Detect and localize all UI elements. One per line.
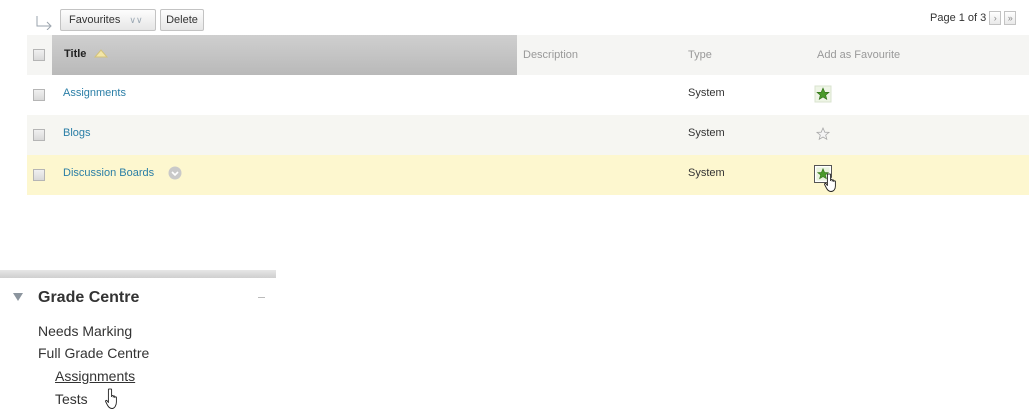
menu-panel-top bbox=[0, 270, 276, 278]
star-outline-icon[interactable] bbox=[814, 125, 832, 143]
column-type[interactable]: Type bbox=[688, 49, 712, 61]
hand-pointer-icon bbox=[105, 388, 117, 409]
table-row: Assignments System bbox=[27, 75, 1029, 115]
row-title-link[interactable]: Assignments bbox=[63, 87, 126, 99]
page-indicator: Page 1 of 3 bbox=[930, 12, 987, 24]
row-type: System bbox=[688, 127, 725, 139]
last-page-icon[interactable]: » bbox=[1004, 11, 1017, 25]
delete-button[interactable]: Delete bbox=[160, 9, 204, 31]
options-menu-icon[interactable] bbox=[168, 166, 182, 180]
star-icon[interactable] bbox=[814, 85, 832, 103]
favourites-label: Favourites bbox=[69, 14, 121, 26]
double-chevron-down-icon: ∨∨ bbox=[129, 15, 143, 25]
table-header: Title Description Type Add as Favourite bbox=[27, 35, 1029, 75]
select-all-checkbox[interactable] bbox=[33, 49, 45, 61]
row-title-link[interactable]: Discussion Boards bbox=[63, 167, 154, 179]
hand-pointer-icon bbox=[824, 173, 836, 192]
row-checkbox[interactable] bbox=[33, 129, 45, 141]
menu-item-needs-marking[interactable]: Needs Marking bbox=[38, 323, 132, 339]
minimize-icon[interactable] bbox=[258, 297, 265, 298]
favourites-button[interactable]: Favourites ∨∨ bbox=[60, 9, 156, 31]
row-type: System bbox=[688, 167, 725, 179]
collapse-triangle-icon[interactable] bbox=[13, 293, 23, 301]
title-column-header[interactable] bbox=[52, 35, 517, 75]
column-description[interactable]: Description bbox=[523, 49, 578, 61]
row-checkbox[interactable] bbox=[33, 89, 45, 101]
table-row: Discussion Boards System bbox=[27, 155, 1029, 195]
menu-item-full-grade-centre[interactable]: Full Grade Centre bbox=[38, 345, 149, 361]
column-add-as-favourite: Add as Favourite bbox=[817, 49, 901, 61]
action-toolbar: Favourites ∨∨ Delete Page 1 of 3 › » bbox=[0, 0, 1029, 36]
row-checkbox[interactable] bbox=[33, 169, 45, 181]
row-title-link[interactable]: Blogs bbox=[63, 127, 91, 139]
menu-subitem-assignments[interactable]: Assignments bbox=[55, 368, 135, 384]
column-title[interactable]: Title bbox=[64, 48, 86, 60]
table-row: Blogs System bbox=[27, 115, 1029, 155]
menu-subitem-tests[interactable]: Tests bbox=[55, 391, 88, 407]
menu-section-title[interactable]: Grade Centre bbox=[38, 289, 139, 307]
pagination: Page 1 of 3 › » bbox=[930, 11, 1017, 25]
next-page-icon[interactable]: › bbox=[989, 11, 1002, 25]
row-type: System bbox=[688, 87, 725, 99]
sort-ascending-icon[interactable] bbox=[94, 48, 108, 58]
corner-arrow-icon bbox=[36, 16, 52, 30]
